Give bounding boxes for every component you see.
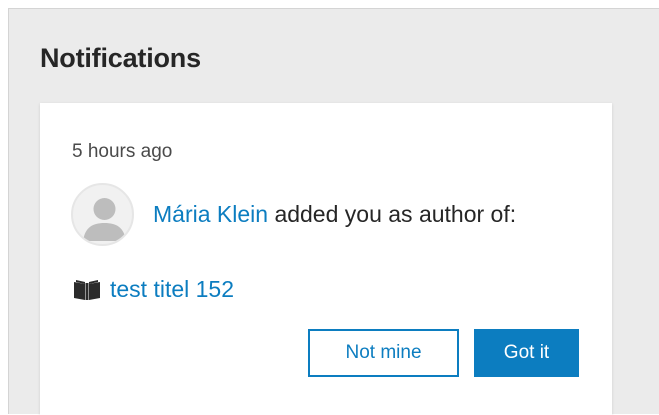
notification-message-text: added you as author of: bbox=[274, 201, 517, 227]
not-mine-button[interactable]: Not mine bbox=[308, 329, 459, 377]
document-title-link[interactable]: test titel 152 bbox=[110, 276, 234, 303]
notifications-panel: Notifications 5 hours ago Mária Klein ad… bbox=[8, 8, 659, 415]
document-row: test titel 152 bbox=[72, 276, 234, 303]
notification-message: Mária Klein added you as author of: bbox=[153, 201, 516, 228]
notification-card: 5 hours ago Mária Klein added you as aut… bbox=[40, 103, 612, 415]
got-it-button[interactable]: Got it bbox=[474, 329, 579, 377]
book-icon bbox=[72, 278, 102, 302]
panel-title: Notifications bbox=[40, 43, 201, 73]
author-name-link[interactable]: Mária Klein bbox=[153, 201, 268, 227]
notification-timestamp: 5 hours ago bbox=[72, 141, 173, 162]
user-avatar-icon bbox=[71, 183, 134, 246]
